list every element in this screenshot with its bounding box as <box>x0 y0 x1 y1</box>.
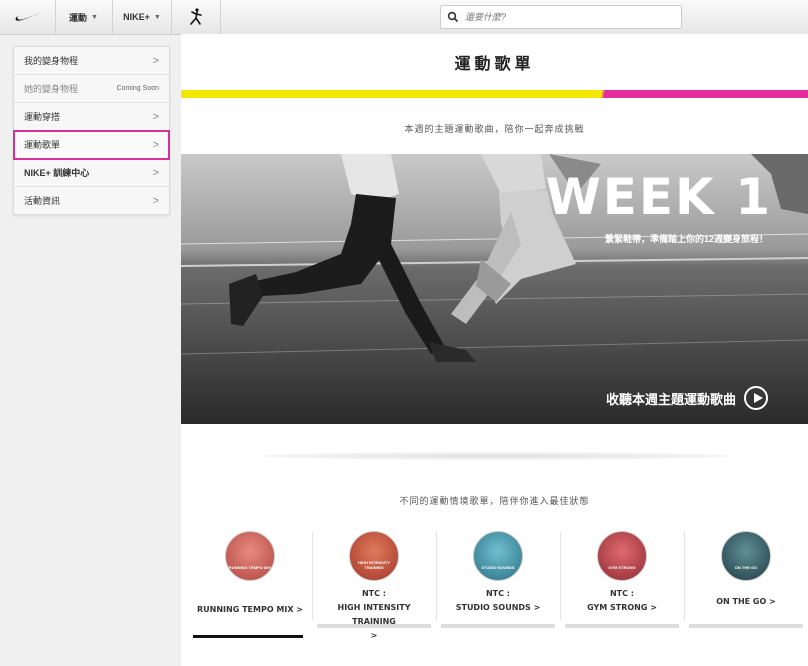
chevron-right-icon: > <box>152 110 159 123</box>
chevron-right-icon: > <box>152 138 159 151</box>
sidebar-menu: 我的變身物程 > 她的變身物程 Coming Soon 運動穿搭 > 運動歌單 … <box>13 46 170 215</box>
caret-down-icon: ▼ <box>153 13 161 21</box>
playlist-label-prefix: NTC : <box>609 589 634 598</box>
playlist-card-studio[interactable]: STUDIO SOUNDS NTC : STUDIO SOUNDS > <box>441 528 561 628</box>
card-underline <box>441 624 555 628</box>
playlist-thumbnail: STUDIO SOUNDS <box>473 531 523 581</box>
card-divider <box>684 532 685 620</box>
playlist-card-on-the-go[interactable]: ON THE GO ON THE GO > <box>689 528 803 628</box>
sidebar-item-label: NIKE+ 訓練中心 <box>24 168 90 178</box>
sidebar-item-events[interactable]: 活動資訊 > <box>14 187 169 214</box>
play-icon <box>744 386 768 410</box>
playlist-label: STUDIO SOUNDS > <box>455 603 541 612</box>
playlist-thumbnail: HIGH INTENSITY TRAINING <box>349 531 399 581</box>
nike-swoosh-icon <box>15 13 40 21</box>
card-divider <box>312 532 313 620</box>
card-underline <box>317 624 431 628</box>
hero-banner[interactable]: WEEK 1 繫緊鞋帶，準備踏上你的12週變身旅程！ 收聽本週主題運動歌曲 <box>181 154 808 424</box>
card-divider <box>560 532 561 620</box>
menu-nikeplus-label: NIKE+ <box>123 12 150 22</box>
chevron-right-icon: > <box>152 194 159 207</box>
color-stripe <box>181 90 808 98</box>
thumbnail-caption: ON THE GO <box>734 565 758 570</box>
playlist-card-hiit[interactable]: HIGH INTENSITY TRAINING NTC : HIGH INTEN… <box>317 528 437 640</box>
search-box[interactable] <box>440 5 682 29</box>
page-title: 運動歌單 <box>454 56 535 73</box>
top-navigation-bar: 運動 ▼ NIKE+ ▼ <box>0 0 808 35</box>
main-content: 運動歌單 本週的主題運動歌曲，陪你一起奔成挑戰 WEEK 1 繫緊鞋帶，準備踏上… <box>181 34 808 666</box>
card-underline <box>565 624 679 628</box>
playlist-thumbnail: ON THE GO <box>721 531 771 581</box>
sidebar-item-training-center[interactable]: NIKE+ 訓練中心 > <box>14 159 169 187</box>
playlist-label-prefix: NTC : <box>361 589 386 598</box>
jumpman-icon <box>190 8 202 25</box>
active-underline <box>193 635 303 638</box>
playlist-label: ON THE GO > <box>716 597 776 606</box>
thumbnail-caption: GYM STRONG <box>608 565 636 570</box>
card-divider <box>436 532 437 620</box>
menu-sports-label: 運動 <box>69 12 88 23</box>
playlist-intro-text: 不同的運動情境歌單，陪伴你進入最佳狀態 <box>399 496 590 506</box>
card-underline <box>689 624 803 628</box>
playlist-thumbnail: RUNNING TEMPO MIX <box>225 531 275 581</box>
search-input[interactable] <box>463 11 667 23</box>
chevron-right-icon: > <box>152 54 159 67</box>
playlist-label-prefix: NTC : <box>485 589 510 598</box>
menu-nikeplus[interactable]: NIKE+ ▼ <box>113 0 172 34</box>
thumbnail-caption: STUDIO SOUNDS <box>481 565 515 570</box>
playlist-thumbnail: GYM STRONG <box>597 531 647 581</box>
playlist-label: GYM STRONG > <box>587 603 657 612</box>
hero-subtitle: 繫緊鞋帶，準備踏上你的12週變身旅程！ <box>604 234 768 244</box>
listen-button-label: 收聽本週主題運動歌曲 <box>605 391 736 407</box>
sidebar-item-playlists[interactable]: 運動歌單 > <box>13 130 170 160</box>
playlist-cards: RUNNING TEMPO MIX RUNNING TEMPO MIX > HI… <box>193 528 805 640</box>
sidebar-item-her-transformation: 她的變身物程 Coming Soon <box>14 75 169 103</box>
sidebar-item-label: 她的變身物程 <box>24 84 79 94</box>
divider-shadow <box>261 452 731 460</box>
playlist-card-gym[interactable]: GYM STRONG NTC : GYM STRONG > <box>565 528 685 628</box>
jordan-logo[interactable] <box>172 0 221 34</box>
thumbnail-caption: RUNNING TEMPO MIX <box>228 565 272 570</box>
sidebar-item-label: 運動穿搭 <box>24 112 61 122</box>
sidebar-item-my-transformation[interactable]: 我的變身物程 > <box>14 47 169 75</box>
chevron-right-icon: > <box>152 166 159 179</box>
thumbnail-caption: HIGH INTENSITY TRAINING <box>357 560 390 570</box>
chevron-right-icon: > <box>370 631 378 640</box>
playlist-card-running[interactable]: RUNNING TEMPO MIX RUNNING TEMPO MIX > <box>193 528 313 638</box>
nike-logo[interactable] <box>0 0 56 34</box>
menu-sports[interactable]: 運動 ▼ <box>55 0 113 34</box>
sidebar-item-label: 運動歌單 <box>24 140 61 150</box>
sidebar-item-label: 我的變身物程 <box>24 56 79 66</box>
intro-text: 本週的主題運動歌曲，陪你一起奔成挑戰 <box>404 124 585 134</box>
search-icon <box>447 11 459 23</box>
hero-week-title: WEEK 1 <box>545 168 772 226</box>
caret-down-icon: ▼ <box>91 13 98 21</box>
coming-soon-badge: Coming Soon <box>116 85 159 92</box>
playlist-label: RUNNING TEMPO MIX > <box>197 605 303 614</box>
sidebar-item-label: 活動資訊 <box>24 196 61 206</box>
sidebar-item-outfits[interactable]: 運動穿搭 > <box>14 103 169 131</box>
listen-button[interactable]: 收聽本週主題運動歌曲 <box>606 386 768 410</box>
